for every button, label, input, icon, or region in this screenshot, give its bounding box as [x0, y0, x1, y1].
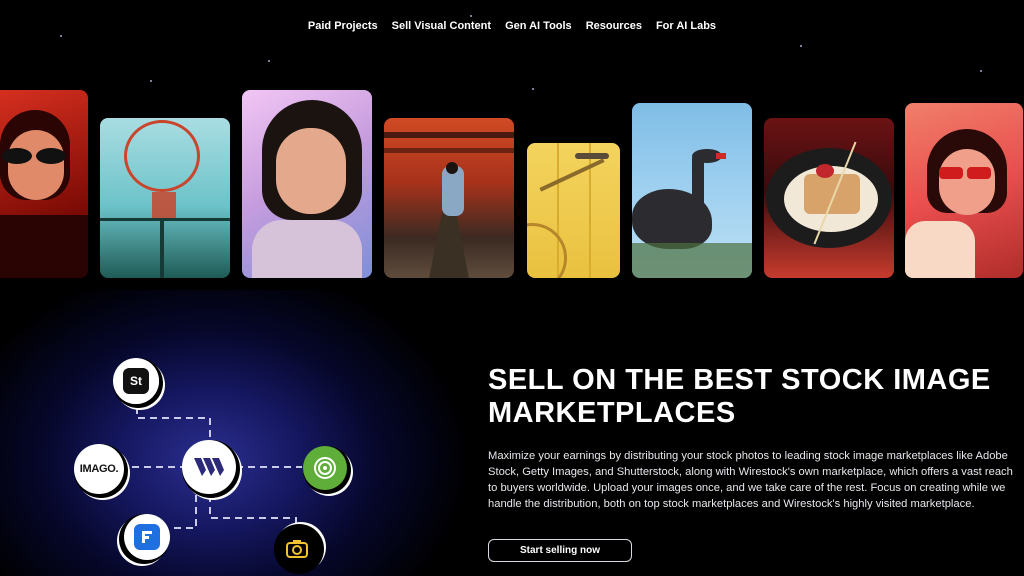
gallery-image-black-swan: [632, 103, 752, 278]
green-spiral-icon: [314, 457, 336, 479]
hero-headline-line1: SELL ON THE BEST STOCK IMAGE: [488, 364, 991, 396]
shutterstock-label: St: [130, 374, 142, 388]
wirestock-logo-icon: [194, 458, 224, 476]
camera-badge-node[interactable]: [274, 526, 320, 572]
hero-description: Maximize your earnings by distributing y…: [488, 450, 1013, 510]
green-spiral-node[interactable]: [303, 446, 347, 490]
gallery-image-woman-red-sunglasses: [0, 90, 88, 278]
start-selling-button[interactable]: Start selling now: [488, 539, 632, 562]
gallery-image-torii-gates-path: [384, 118, 514, 278]
f-logo-icon: [134, 524, 160, 550]
gallery-image-yellow-bicycle: [527, 143, 620, 278]
diagram-connectors: [120, 395, 302, 538]
imago-label: IMAGO.: [79, 463, 119, 475]
imago-node[interactable]: IMAGO.: [74, 444, 124, 494]
image-gallery: [0, 0, 1024, 290]
wirestock-center-node[interactable]: [182, 440, 236, 494]
gallery-image-basketball-hoop: [100, 118, 230, 278]
gallery-image-woman-red-glasses: [905, 103, 1023, 278]
hero-headline-line2: MARKETPLACES: [488, 397, 736, 429]
camera-badge-icon: [286, 540, 308, 558]
gallery-image-dessert-plate: [764, 118, 894, 278]
hero-headline: SELL ON THE BEST STOCK IMAGE MARKETPLACE…: [488, 364, 1018, 430]
marketplace-diagram: St IMAGO.: [0, 290, 480, 576]
shutterstock-node[interactable]: St: [113, 358, 159, 404]
f-logo-node[interactable]: [124, 514, 170, 560]
gallery-image-woman-portrait-pastel: [242, 90, 372, 278]
